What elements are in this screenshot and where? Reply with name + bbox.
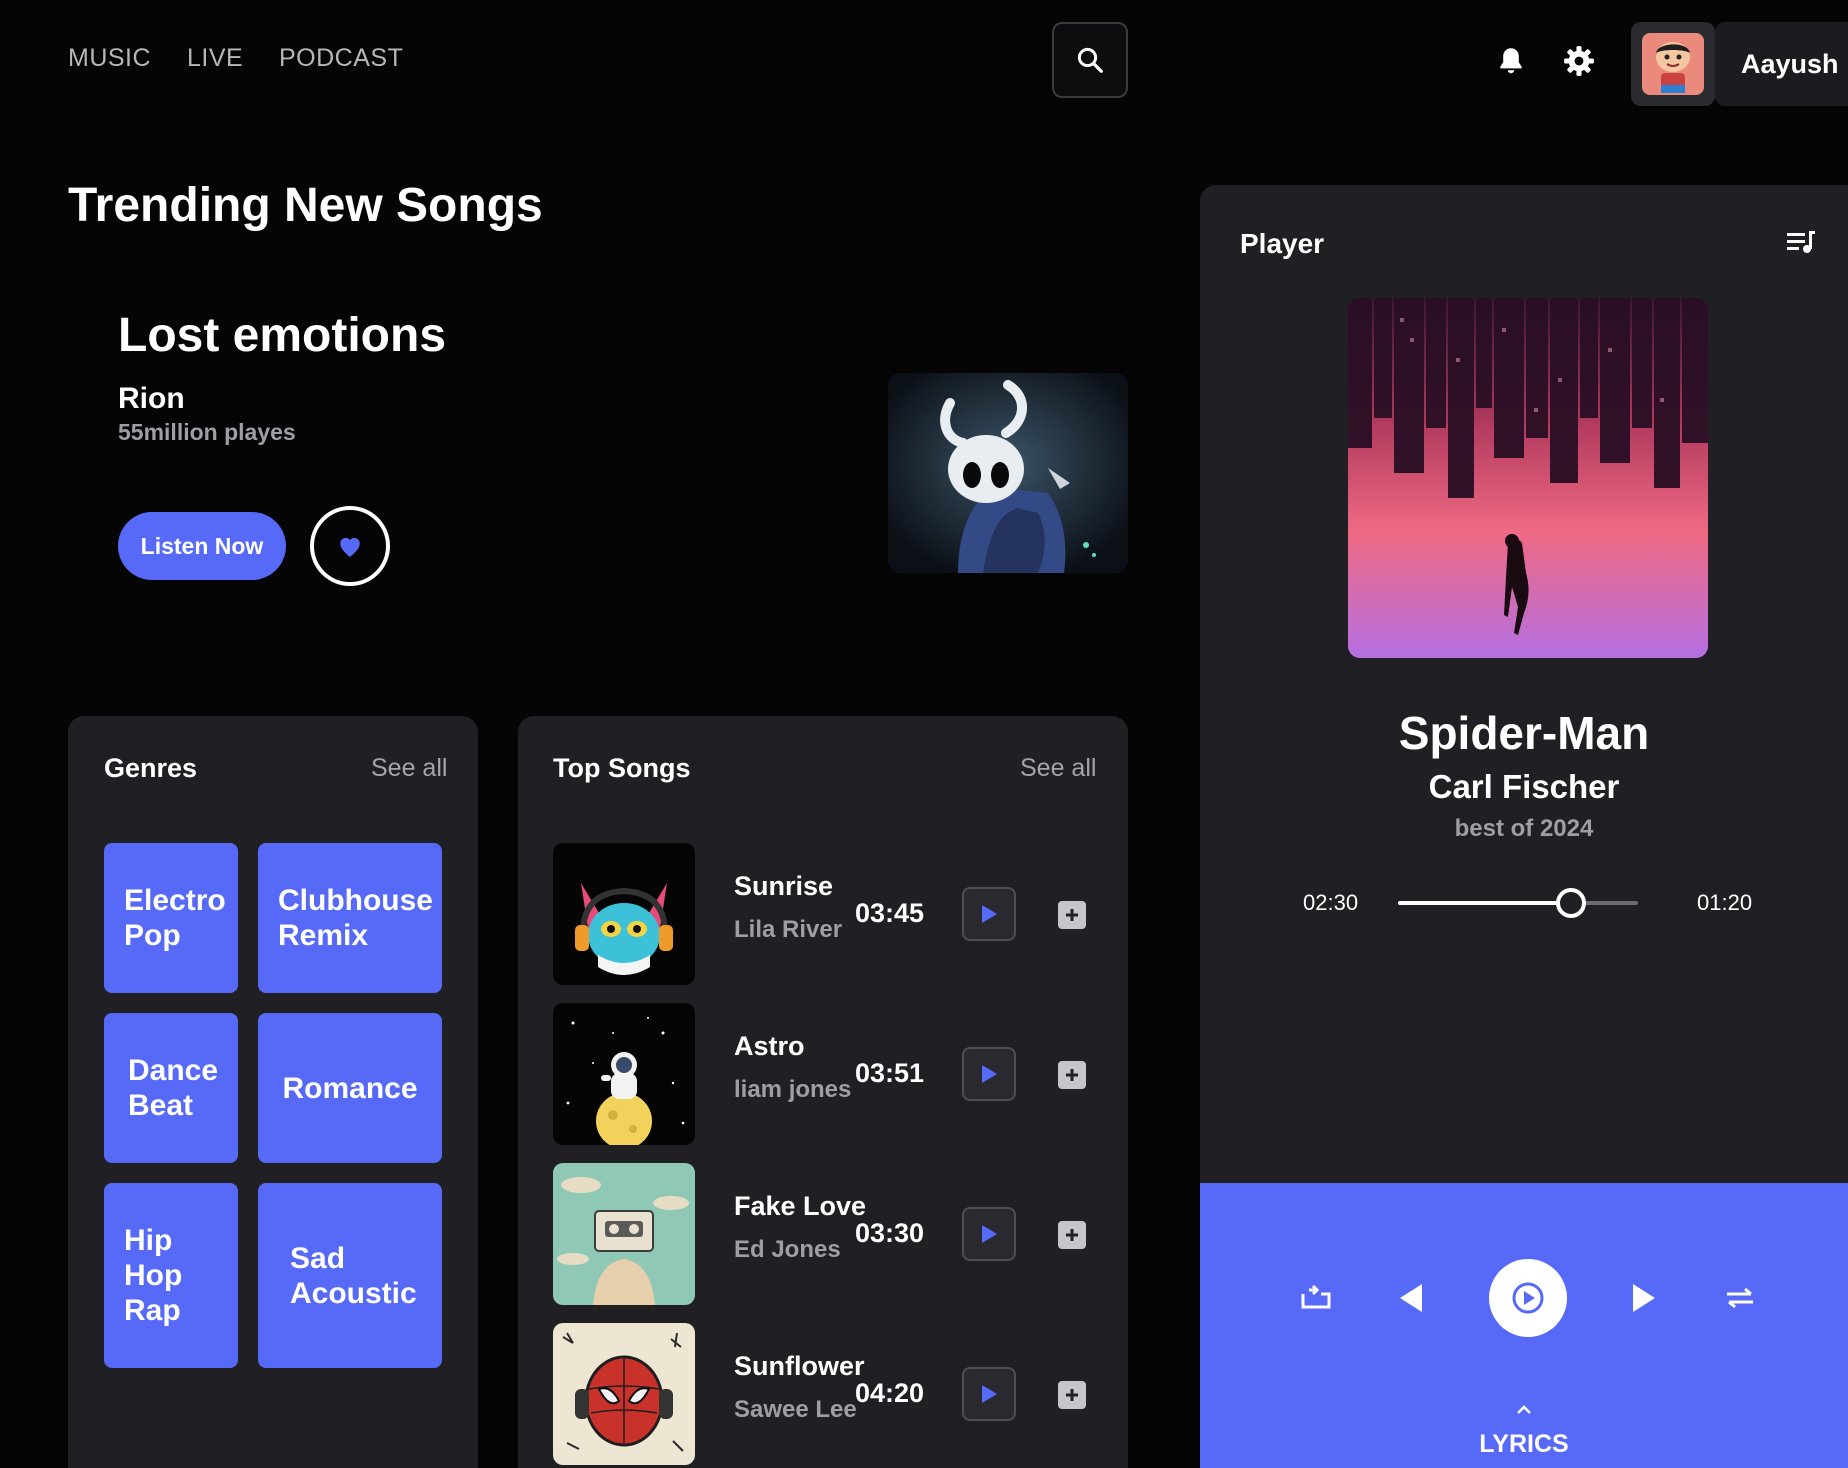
play-circle-icon — [1512, 1282, 1544, 1314]
song-title: Sunflower — [734, 1351, 865, 1381]
song-artist: Lila River — [734, 916, 843, 943]
play-pause-button[interactable] — [1489, 1259, 1567, 1337]
album-cover — [1348, 298, 1708, 658]
shuffle-button[interactable] — [1722, 1282, 1758, 1314]
plus-icon — [1066, 1229, 1078, 1241]
now-playing-artist: Carl Fischer — [1428, 768, 1620, 805]
song-duration: 03:45 — [855, 898, 925, 928]
now-playing-album: best of 2024 — [1454, 815, 1594, 842]
previous-icon — [1400, 1284, 1422, 1312]
song-row[interactable]: Fake Love Ed Jones 03:30 — [553, 1163, 1098, 1305]
add-to-queue-button[interactable] — [1058, 1221, 1086, 1249]
song-play-button[interactable] — [962, 1367, 1016, 1421]
swap-arrows-icon — [1727, 1287, 1753, 1309]
remaining-time: 01:20 — [1697, 890, 1753, 915]
genre-romance[interactable]: Romance — [258, 1013, 442, 1163]
song-title: Fake Love — [734, 1191, 867, 1221]
now-playing-title: Spider-Man — [1398, 707, 1650, 759]
genres-title: Genres — [104, 753, 198, 783]
play-icon — [982, 905, 997, 923]
genre-clubhouse-remix[interactable]: Clubhouse Remix — [258, 843, 442, 993]
progress-slider[interactable] — [1398, 888, 1638, 918]
hero-plays: 55million playes — [118, 419, 296, 445]
song-title: Astro — [734, 1031, 805, 1061]
genre-sad-acoustic[interactable]: Sad Acoustic — [258, 1183, 442, 1368]
chevron-up-icon[interactable] — [1516, 1405, 1532, 1415]
add-to-queue-button[interactable] — [1058, 1381, 1086, 1409]
top-songs-see-all-link[interactable]: See all — [1020, 754, 1096, 783]
genres-see-all-link[interactable]: See all — [371, 754, 447, 783]
add-to-queue-button[interactable] — [1058, 1061, 1086, 1089]
song-title: Sunrise — [734, 871, 834, 901]
song-row[interactable]: Sunrise Lila River 03:45 — [553, 843, 1098, 985]
avatar[interactable] — [1631, 22, 1715, 106]
genre-dance-beat[interactable]: Dance Beat — [104, 1013, 238, 1163]
song-artist: Sawee Lee — [734, 1396, 857, 1423]
add-to-queue-button[interactable] — [1058, 901, 1086, 929]
top-songs-title: Top Songs — [553, 753, 691, 783]
genre-hip-hop-rap[interactable]: Hip Hop Rap — [104, 1183, 238, 1368]
nav-live[interactable]: LIVE — [187, 44, 243, 73]
song-artwork — [553, 1003, 695, 1145]
nav-music[interactable]: MUSIC — [68, 44, 151, 73]
section-title: Trending New Songs — [68, 179, 543, 232]
song-duration: 03:51 — [855, 1058, 925, 1088]
repeat-button[interactable] — [1296, 1281, 1336, 1315]
plus-icon — [1066, 1389, 1078, 1401]
queue-list-icon[interactable] — [1786, 230, 1816, 256]
search-button[interactable] — [1052, 22, 1128, 98]
song-artwork — [553, 843, 695, 985]
player-title: Player — [1240, 228, 1325, 259]
avatar-image — [1642, 33, 1704, 95]
song-artist: liam jones — [734, 1076, 852, 1103]
listen-now-button[interactable]: Listen Now — [118, 512, 286, 580]
gear-icon[interactable] — [1562, 44, 1596, 78]
nav-podcast[interactable]: PODCAST — [279, 44, 403, 73]
elapsed-time: 02:30 — [1303, 890, 1359, 915]
heart-icon — [340, 537, 360, 557]
hero-artwork — [888, 373, 1128, 573]
bell-icon[interactable] — [1494, 44, 1528, 78]
user-name[interactable]: Aayush — [1715, 22, 1848, 106]
lyrics-toggle[interactable]: LYRICS — [1200, 1430, 1848, 1459]
play-icon — [982, 1225, 997, 1243]
next-icon — [1633, 1284, 1655, 1312]
favorite-button[interactable] — [310, 506, 390, 586]
play-icon — [982, 1065, 997, 1083]
repeat-icon — [1301, 1285, 1331, 1309]
progress-handle[interactable] — [1555, 888, 1586, 918]
song-row[interactable]: Sunflower Sawee Lee 04:20 — [553, 1323, 1098, 1465]
next-button[interactable] — [1626, 1279, 1662, 1317]
previous-button[interactable] — [1393, 1279, 1429, 1317]
search-icon — [1077, 47, 1103, 73]
progress-fill — [1398, 901, 1571, 905]
hero-artist: Rion — [118, 382, 185, 415]
song-row[interactable]: Astro liam jones 03:51 — [553, 1003, 1098, 1145]
song-play-button[interactable] — [962, 887, 1016, 941]
song-artist: Ed Jones — [734, 1236, 841, 1263]
song-artwork — [553, 1323, 695, 1465]
song-duration: 03:30 — [855, 1218, 925, 1248]
hero-title: Lost emotions — [118, 309, 447, 362]
song-play-button[interactable] — [962, 1207, 1016, 1261]
song-play-button[interactable] — [962, 1047, 1016, 1101]
plus-icon — [1066, 1069, 1078, 1081]
plus-icon — [1066, 909, 1078, 921]
song-duration: 04:20 — [855, 1378, 925, 1408]
play-icon — [982, 1385, 997, 1403]
song-artwork — [553, 1163, 695, 1305]
genre-electro-pop[interactable]: Electro Pop — [104, 843, 238, 993]
